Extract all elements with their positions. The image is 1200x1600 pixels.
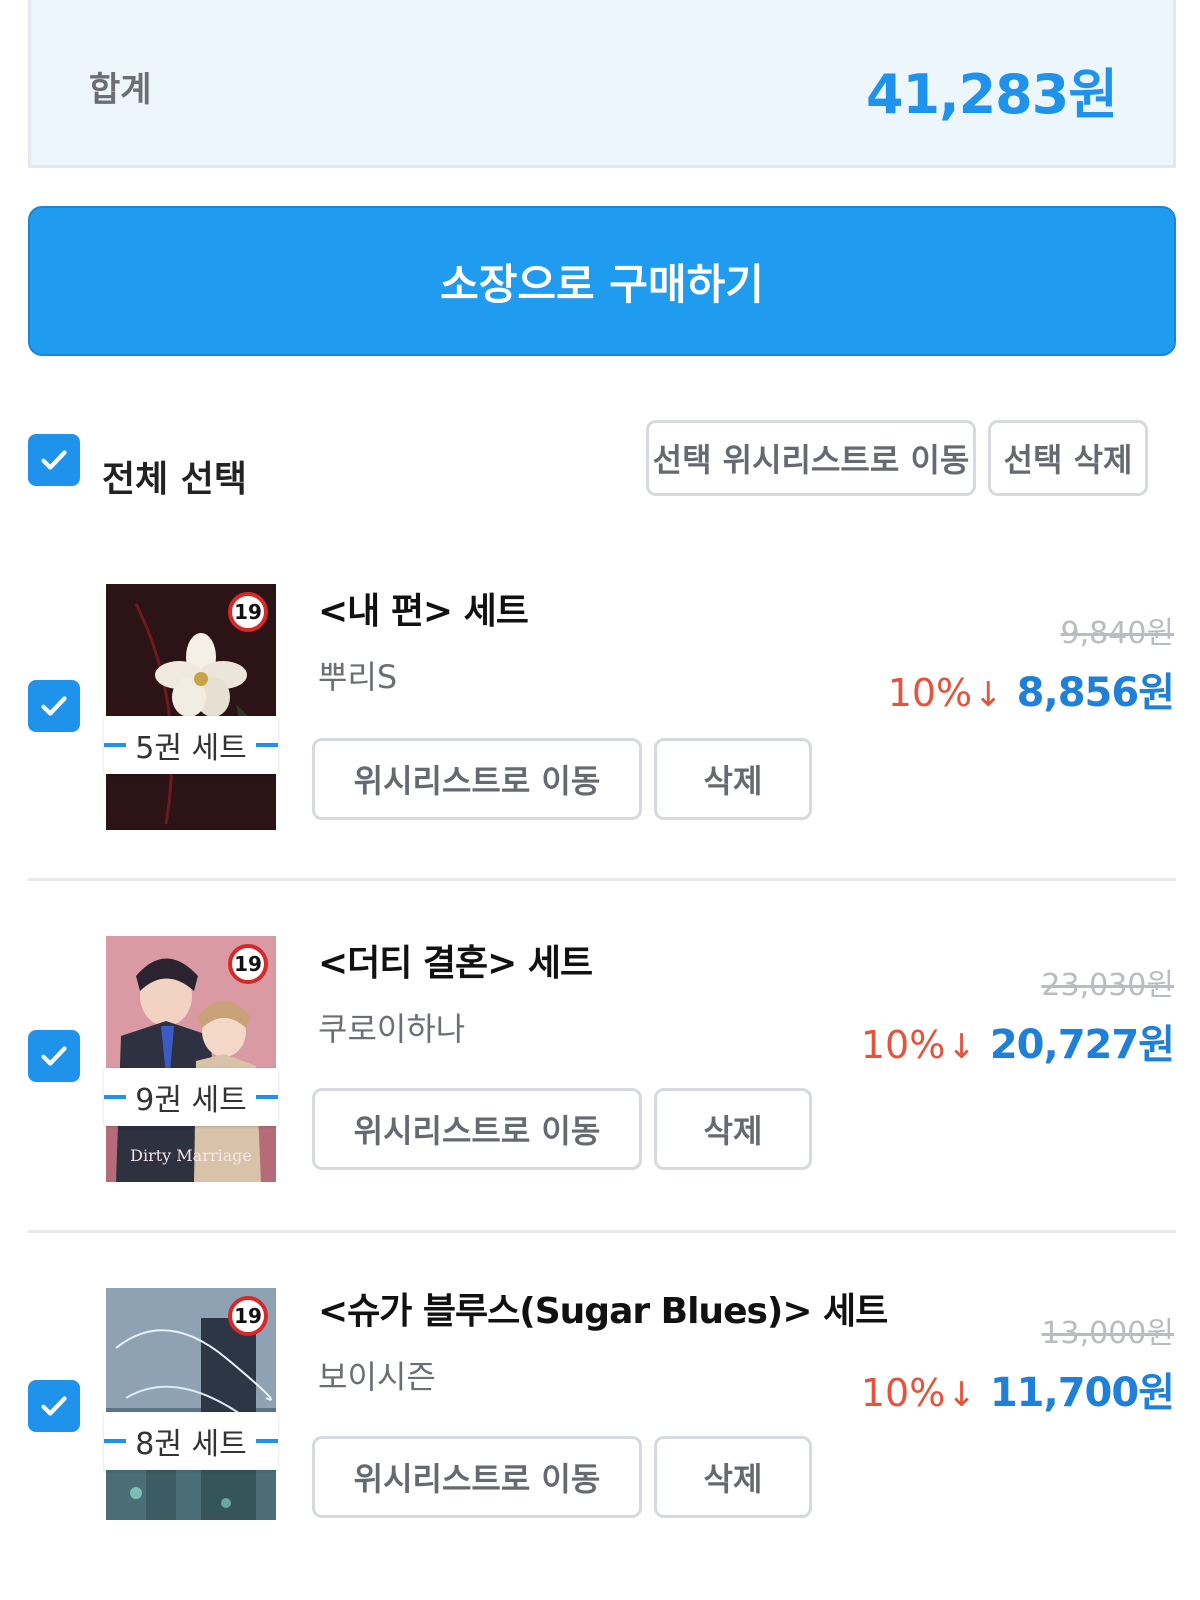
- item-checkbox[interactable]: [28, 680, 80, 732]
- move-to-wishlist-button[interactable]: 위시리스트로 이동: [312, 1436, 642, 1518]
- delete-item-button[interactable]: 삭제: [654, 738, 812, 820]
- check-icon: [41, 696, 67, 716]
- price-row: 10%↓ 11,700원: [860, 1360, 1175, 1418]
- book-cover[interactable]: 19: [106, 584, 276, 830]
- down-arrow-icon: ↓: [974, 675, 1003, 715]
- original-price: 13,000원: [1041, 1316, 1174, 1351]
- discount-rate: 10%↓: [860, 1371, 976, 1415]
- age-rating-badge: 19: [228, 1296, 268, 1336]
- svg-text:Dirty Marriage: Dirty Marriage: [130, 1146, 252, 1165]
- total-label: 합계: [89, 70, 152, 110]
- purchase-button[interactable]: 소장으로 구매하기: [28, 206, 1176, 356]
- item-title[interactable]: <내 편> 세트: [318, 582, 529, 634]
- move-to-wishlist-button[interactable]: 위시리스트로 이동: [312, 1088, 642, 1170]
- discount-rate: 10%↓: [860, 1023, 976, 1067]
- book-cover[interactable]: Dirty Marriage 19: [106, 936, 276, 1182]
- set-count-label: 5권 세트: [104, 716, 278, 774]
- item-checkbox[interactable]: [28, 1030, 80, 1082]
- total-summary: 합계 41,283원: [28, 0, 1176, 168]
- sale-price: 8,856원: [1016, 670, 1175, 716]
- age-rating-badge: 19: [228, 592, 268, 632]
- original-price: 23,030원: [1041, 968, 1174, 1003]
- check-icon: [41, 450, 67, 470]
- delete-item-button[interactable]: 삭제: [654, 1088, 812, 1170]
- set-count-label: 8권 세트: [104, 1412, 278, 1470]
- total-amount: 41,283원: [865, 63, 1118, 126]
- select-all-checkbox[interactable]: [28, 434, 80, 486]
- move-to-wishlist-button[interactable]: 위시리스트로 이동: [312, 738, 642, 820]
- move-selected-to-wishlist-button[interactable]: 선택 위시리스트로 이동: [646, 420, 976, 496]
- item-author[interactable]: 뿌리S: [318, 652, 397, 698]
- cart-item: 19 8권 세트 <슈가 블루스(Sugar Blues)> 세트 보이시즌 1…: [0, 1262, 1200, 1600]
- price-row: 10%↓ 8,856원: [887, 660, 1175, 718]
- check-icon: [41, 1046, 67, 1066]
- item-title[interactable]: <더티 결혼> 세트: [318, 934, 593, 986]
- delete-selected-button[interactable]: 선택 삭제: [988, 420, 1148, 496]
- set-count-label: 9권 세트: [104, 1068, 278, 1126]
- item-author[interactable]: 보이시즌: [318, 1352, 436, 1398]
- sale-price: 11,700원: [989, 1370, 1175, 1416]
- book-cover[interactable]: 19: [106, 1288, 276, 1520]
- cart-item: 19 5권 세트 <내 편> 세트 뿌리S 9,840원 10%↓ 8,856원…: [0, 560, 1200, 920]
- sale-price: 20,727원: [989, 1022, 1175, 1068]
- down-arrow-icon: ↓: [947, 1027, 976, 1067]
- divider: [28, 1230, 1176, 1233]
- delete-item-button[interactable]: 삭제: [654, 1436, 812, 1518]
- item-checkbox[interactable]: [28, 1380, 80, 1432]
- select-all-label: 전체 선택: [102, 459, 248, 500]
- discount-rate: 10%↓: [887, 671, 1003, 715]
- divider: [28, 878, 1176, 881]
- check-icon: [41, 1396, 67, 1416]
- cart-item: Dirty Marriage 19 9권 세트 <더티 결혼> 세트 쿠로이하나…: [0, 912, 1200, 1272]
- price-row: 10%↓ 20,727원: [860, 1012, 1175, 1070]
- item-author[interactable]: 쿠로이하나: [318, 1004, 465, 1050]
- original-price: 9,840원: [1060, 616, 1174, 651]
- item-title[interactable]: <슈가 블루스(Sugar Blues)> 세트: [318, 1282, 888, 1334]
- down-arrow-icon: ↓: [947, 1375, 976, 1415]
- age-rating-badge: 19: [228, 944, 268, 984]
